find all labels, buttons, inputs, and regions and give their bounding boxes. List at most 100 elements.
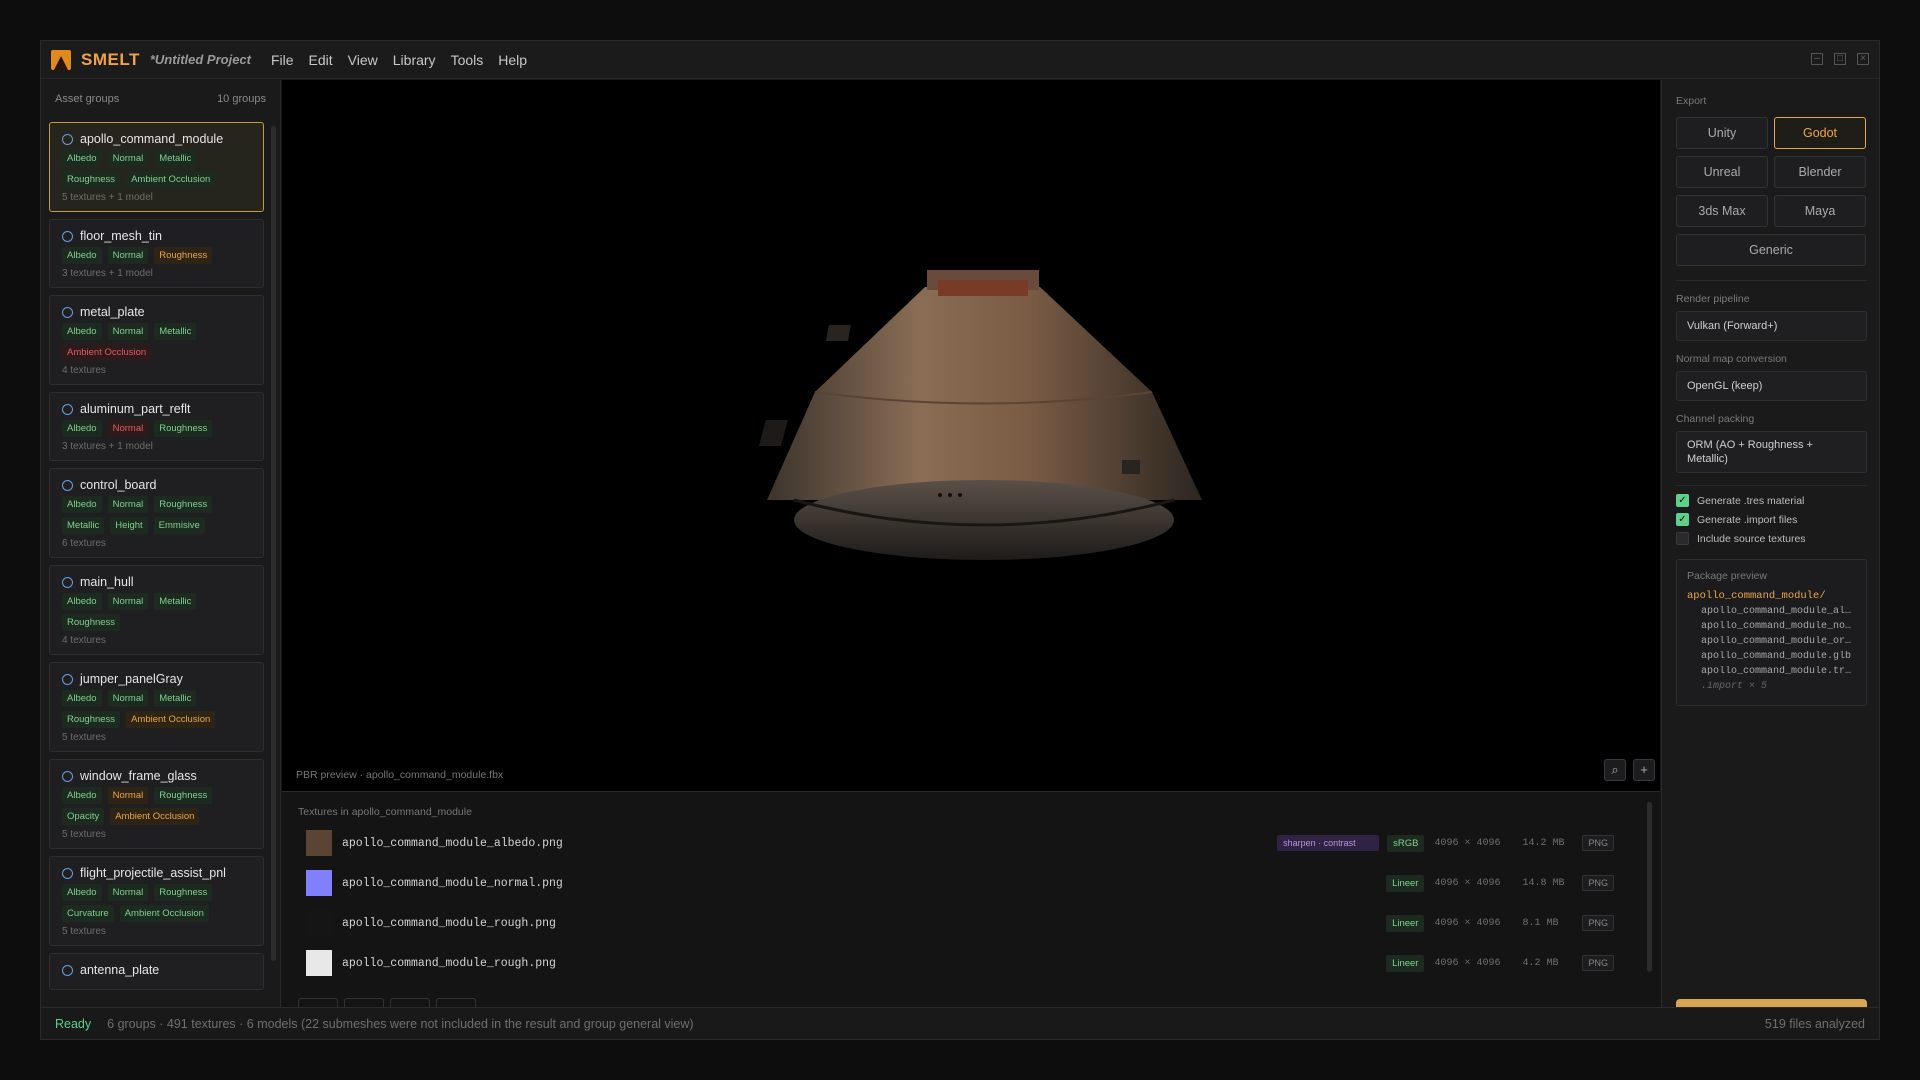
menu-edit[interactable]: Edit bbox=[309, 52, 333, 68]
map-tag: Height bbox=[110, 517, 148, 534]
texture-row[interactable]: apollo_command_module_normal.png Lineer 40… bbox=[298, 866, 1628, 900]
asset-list-scrollbar[interactable] bbox=[271, 126, 276, 961]
asset-group-card[interactable]: antenna_plate bbox=[49, 953, 264, 990]
texture-row[interactable]: apollo_command_module_albedo.png sharpen … bbox=[298, 826, 1628, 860]
asset-group-card[interactable]: metal_plate Albedo Normal Metallic Ambient O… bbox=[49, 295, 264, 385]
engine-blender-button[interactable]: Blender bbox=[1774, 156, 1866, 188]
map-tag: Curvature bbox=[62, 905, 114, 922]
map-tag: Normal bbox=[107, 690, 149, 707]
viewport-caption: PBR preview · apollo_command_module.fbx bbox=[296, 769, 504, 781]
export-panel: Export Unity Godot Unreal Blender 3ds Max May… bbox=[1661, 80, 1879, 1037]
asset-group-card[interactable]: apollo_command_module Albedo Normal Metalli… bbox=[49, 122, 264, 212]
menu-library[interactable]: Library bbox=[393, 52, 436, 68]
render-pipeline-label: Render pipeline bbox=[1676, 293, 1750, 305]
engine-godot-button[interactable]: Godot bbox=[1774, 117, 1866, 149]
texture-format: PNG bbox=[1582, 875, 1614, 891]
channel-packing-label: Channel packing bbox=[1676, 413, 1755, 425]
engine-unity-button[interactable]: Unity bbox=[1676, 117, 1768, 149]
engine-unreal-button[interactable]: Unreal bbox=[1676, 156, 1768, 188]
asset-group-card[interactable]: control_board Albedo Normal Roughness Metall… bbox=[49, 468, 264, 558]
texture-dimensions: 4096 × 4096 bbox=[1434, 957, 1501, 969]
map-tag: Metallic bbox=[154, 593, 197, 610]
minimize-icon[interactable]: – bbox=[1811, 53, 1823, 65]
map-tags: Albedo Normal Metallic Ambient Occlusion bbox=[62, 323, 253, 361]
texture-dimensions: 4096 × 4096 bbox=[1434, 917, 1501, 929]
render-pipeline-select[interactable]: Vulkan (Forward+) bbox=[1676, 311, 1867, 341]
engine-generic-button[interactable]: Generic bbox=[1676, 234, 1866, 266]
color-space-badge[interactable]: Lineer bbox=[1386, 954, 1425, 972]
asset-group-meta: 5 textures + 1 model bbox=[62, 192, 153, 203]
asset-group-card[interactable]: main_hull Albedo Normal Metallic Roughness 4 … bbox=[49, 565, 264, 655]
asset-group-name: window_frame_glass bbox=[80, 769, 197, 783]
asset-group-card[interactable]: flight_projectile_assist_pnl Albedo Normal… bbox=[49, 856, 264, 946]
filter-badge: sharpen · contrast bbox=[1277, 835, 1380, 851]
normal-map-select[interactable]: OpenGL (keep) bbox=[1676, 371, 1867, 401]
asset-group-card[interactable]: aluminum_part_reflt Albedo Normal Roughness… bbox=[49, 392, 264, 461]
export-title: Export bbox=[1676, 95, 1707, 107]
map-tag: Normal bbox=[107, 496, 149, 513]
export-option[interactable]: ✓ Generate .tres material bbox=[1676, 494, 1867, 507]
color-space-badge[interactable]: sRGB bbox=[1387, 834, 1425, 852]
map-tags: Albedo Normal Metallic Roughness Ambient Occ… bbox=[62, 150, 253, 188]
export-option[interactable]: ✓ Generate .import files bbox=[1676, 513, 1867, 526]
map-tag: Roughness bbox=[154, 884, 213, 901]
map-tag: Albedo bbox=[62, 884, 102, 901]
map-tag: Albedo bbox=[62, 787, 102, 804]
color-space-badge[interactable]: Lineer bbox=[1386, 874, 1425, 892]
asset-group-card[interactable]: jumper_panelGray Albedo Normal Metallic Roug… bbox=[49, 662, 264, 752]
checkbox-icon[interactable] bbox=[1676, 532, 1689, 545]
asset-group-meta: 4 textures bbox=[62, 365, 106, 376]
texture-list-title: Textures in apollo_command_module bbox=[298, 806, 472, 818]
group-icon bbox=[62, 230, 73, 242]
map-tag: Roughness bbox=[154, 247, 213, 264]
asset-group-name: jumper_panelGray bbox=[80, 672, 183, 686]
menu-tools[interactable]: Tools bbox=[451, 52, 484, 68]
engine-maya-button[interactable]: Maya bbox=[1774, 195, 1866, 227]
map-tags: Albedo Normal Roughness Curvature Ambient Oc… bbox=[62, 884, 253, 922]
add-icon[interactable]: + bbox=[1633, 759, 1655, 781]
texture-thumbnail bbox=[306, 950, 332, 976]
package-file: apollo_command_module.tr… bbox=[1701, 666, 1852, 677]
channel-packing-select[interactable]: ORM (AO + Roughness + Metallic) bbox=[1676, 431, 1867, 473]
menu-view[interactable]: View bbox=[348, 52, 378, 68]
group-icon bbox=[62, 306, 73, 318]
map-tag: Roughness bbox=[62, 711, 121, 728]
maximize-icon[interactable]: □ bbox=[1834, 53, 1846, 65]
asset-group-card[interactable]: floor_mesh_tin Albedo Normal Roughness 3 tex… bbox=[49, 219, 264, 288]
checkbox-icon[interactable]: ✓ bbox=[1676, 513, 1689, 526]
texture-row[interactable]: apollo_command_module_rough.png Lineer 409… bbox=[298, 906, 1628, 940]
menu-help[interactable]: Help bbox=[498, 52, 527, 68]
zoom-icon[interactable]: ⌕ bbox=[1604, 759, 1626, 781]
asset-group-name: main_hull bbox=[80, 575, 134, 589]
asset-group-title: flight_projectile_assist_pnl bbox=[62, 866, 253, 880]
map-tag: Albedo bbox=[62, 593, 102, 610]
export-option[interactable]: Include source textures bbox=[1676, 532, 1867, 545]
asset-group-meta: 5 textures bbox=[62, 732, 106, 743]
texture-filename: apollo_command_module_rough.png bbox=[342, 956, 556, 970]
pbr-viewport[interactable]: PBR preview · apollo_command_module.fbx … bbox=[282, 80, 1660, 791]
menu-file[interactable]: File bbox=[271, 52, 294, 68]
map-tags: Albedo Normal Roughness Metallic Height Emmis… bbox=[62, 496, 253, 534]
map-tag: Roughness bbox=[154, 420, 213, 437]
checkbox-icon[interactable]: ✓ bbox=[1676, 494, 1689, 507]
texture-dimensions: 4096 × 4096 bbox=[1434, 837, 1501, 849]
export-options: ✓ Generate .tres material ✓ Generate .impor… bbox=[1676, 494, 1867, 545]
texture-filesize: 14.8 MB bbox=[1522, 877, 1565, 889]
asset-group-card[interactable]: window_frame_glass Albedo Normal Roughness O… bbox=[49, 759, 264, 849]
map-tag: Albedo bbox=[62, 247, 102, 264]
close-icon[interactable]: × bbox=[1857, 53, 1869, 65]
map-tag: Roughness bbox=[62, 171, 121, 188]
asset-group-title: aluminum_part_reflt bbox=[62, 402, 253, 416]
texture-filesize: 4.2 MB bbox=[1522, 957, 1559, 969]
asset-group-name: antenna_plate bbox=[80, 963, 160, 977]
engine-3ds-max-button[interactable]: 3ds Max bbox=[1676, 195, 1768, 227]
group-icon bbox=[62, 576, 73, 588]
map-tag: Ambient Occlusion bbox=[62, 344, 152, 361]
divider bbox=[1676, 485, 1867, 486]
texture-row[interactable]: apollo_command_module_rough.png Lineer 409… bbox=[298, 946, 1628, 980]
asset-groups-header: Asset groups 10 groups bbox=[41, 80, 280, 118]
color-space-badge[interactable]: Lineer bbox=[1386, 914, 1425, 932]
divider bbox=[1676, 280, 1867, 281]
texture-list-scrollbar[interactable] bbox=[1647, 802, 1652, 972]
capsule-model-preview bbox=[758, 270, 1202, 560]
